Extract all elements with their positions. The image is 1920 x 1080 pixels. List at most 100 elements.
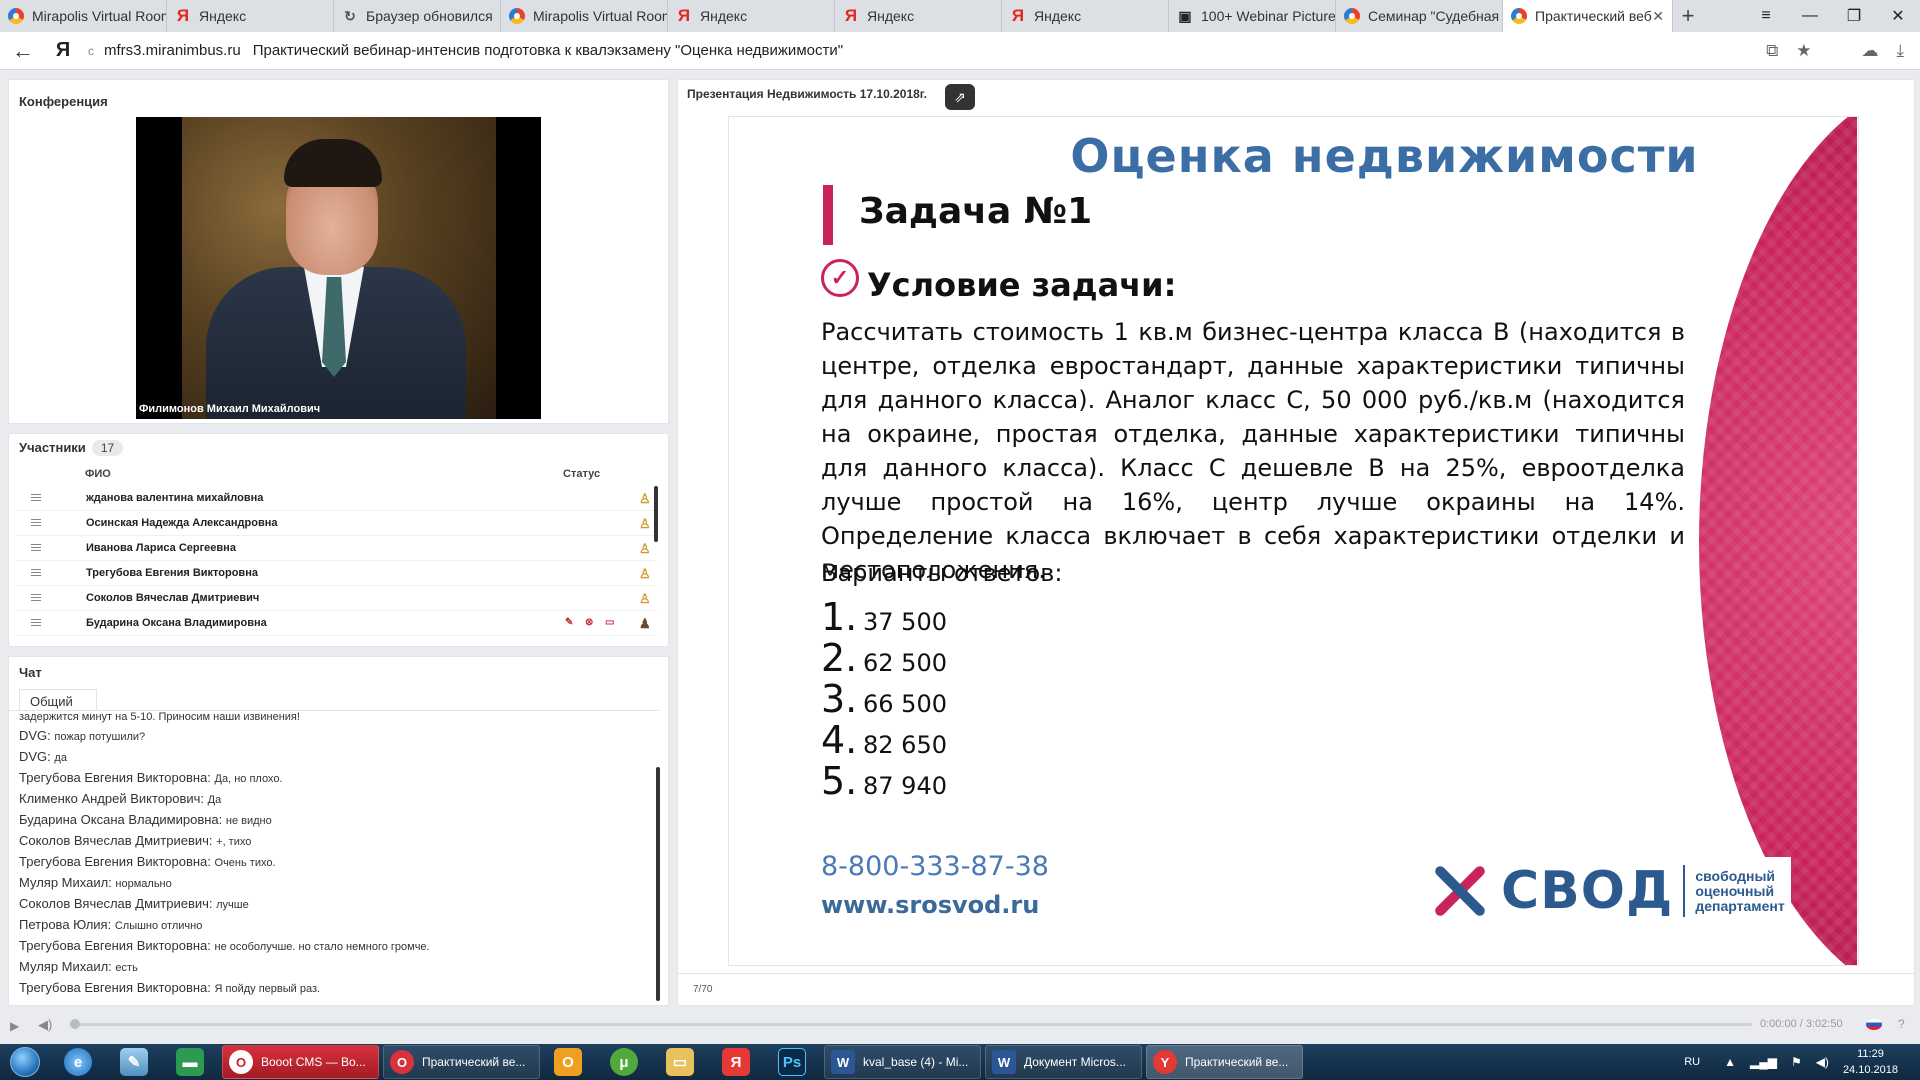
presentation-title: Презентация Недвижимость 17.10.2018г.: [687, 87, 927, 101]
chat-author: Клименко Андрей Викторович:: [19, 791, 205, 806]
chat-text: есть: [115, 962, 138, 974]
taskbar-task[interactable]: O Booot CMS — Bo...: [222, 1045, 379, 1079]
taskbar-pin-outlook[interactable]: O: [540, 1044, 596, 1080]
browser-tab[interactable]: Семинар "Судебная о: [1336, 0, 1503, 32]
browser-tab[interactable]: Mirapolis Virtual Room: [0, 0, 167, 32]
tray-expand-icon[interactable]: ▲: [1724, 1055, 1736, 1069]
volume-icon[interactable]: ◀): [38, 1017, 52, 1033]
slide-answer-list: 1. 37 500 2. 62 500 3. 66 500 4. 82 650 5. 87…: [821, 595, 947, 803]
participant-row[interactable]: Осинская Надежда Александровна ♙: [17, 511, 657, 536]
popout-icon[interactable]: ⇗: [945, 84, 975, 110]
chat-message: DVG: пожар потушили?: [9, 725, 659, 746]
participants-scrollbar[interactable]: [654, 486, 658, 542]
turbo-icon[interactable]: ☁: [1861, 41, 1878, 61]
answer-number: 2.: [821, 636, 858, 680]
user-status-icon: ♙: [639, 591, 651, 606]
start-button[interactable]: [0, 1044, 50, 1080]
site-info-icon[interactable]: c: [88, 44, 94, 58]
taskbar-pin-photoshop[interactable]: Ps: [764, 1044, 820, 1080]
browser-tab[interactable]: ↻ Браузер обновился: [334, 0, 501, 32]
participants-title: Участники 17: [9, 434, 668, 456]
logo-word: СВОД: [1501, 861, 1674, 921]
browser-tab-active[interactable]: Практический веб ✕: [1503, 0, 1673, 32]
participant-row[interactable]: Соколов Вячеслав Дмитриевич ♙: [17, 586, 657, 611]
taskbar-pin-notepad[interactable]: ✎: [106, 1044, 162, 1080]
progress-knob[interactable]: [70, 1019, 80, 1029]
minimize-icon[interactable]: —: [1788, 0, 1832, 32]
screen-off-icon[interactable]: ▭: [605, 617, 614, 628]
taskbar-task-active[interactable]: Y Практический ве...: [1146, 1045, 1303, 1079]
browser-tab[interactable]: ▣ 100+ Webinar Pictures: [1169, 0, 1336, 32]
chat-text: Очень тихо.: [214, 857, 276, 869]
yandex-icon: Я: [176, 6, 190, 25]
progress-track[interactable]: [72, 1023, 1752, 1026]
participant-row[interactable]: Трегубова Евгения Викторовна ♙: [17, 561, 657, 586]
restore-icon[interactable]: ❐: [1832, 0, 1876, 32]
action-center-flag-icon[interactable]: ⚑: [1791, 1055, 1802, 1069]
bookmark-star-icon[interactable]: ★: [1796, 41, 1811, 61]
speaker-video[interactable]: Филимонов Михаил Михайлович: [136, 117, 541, 419]
drag-handle-icon[interactable]: [31, 544, 41, 551]
mic-off-icon[interactable]: ✎: [565, 617, 573, 628]
refresh-icon: ↻: [344, 7, 356, 24]
taskbar-pin-explorer[interactable]: ▭: [652, 1044, 708, 1080]
taskbar-pin-torrent[interactable]: μ: [596, 1044, 652, 1080]
column-status-header[interactable]: Статус: [563, 468, 600, 480]
answer-value: 66 500: [863, 690, 947, 718]
clock[interactable]: 11:29 24.10.2018: [1843, 1046, 1898, 1078]
taskbar-task[interactable]: O Практический ве...: [383, 1045, 540, 1079]
new-tab-button[interactable]: +: [1673, 0, 1703, 32]
drag-handle-icon[interactable]: [31, 594, 41, 601]
clock-date: 24.10.2018: [1842, 1064, 1898, 1076]
camera-off-icon[interactable]: ⊗: [585, 617, 593, 628]
taskbar-task[interactable]: Wkval_base (4) - Mi...: [824, 1045, 981, 1079]
back-button[interactable]: ←: [0, 32, 46, 70]
close-tab-icon[interactable]: ✕: [1652, 8, 1664, 25]
participants-panel: Участники 17 ФИО Статус жданова валентина…: [8, 433, 669, 647]
chat-message: Трегубова Евгения Викторовна: Я пойду пе…: [9, 977, 659, 998]
language-indicator[interactable]: RU: [1684, 1056, 1700, 1068]
participant-row[interactable]: Иванова Лариса Сергеевна ♙: [17, 536, 657, 561]
chat-author: DVG:: [19, 728, 51, 743]
answer-number: 3.: [821, 677, 858, 721]
drag-handle-icon[interactable]: [31, 569, 41, 576]
drag-handle-icon[interactable]: [31, 519, 41, 526]
browser-tab[interactable]: Mirapolis Virtual Room: [501, 0, 668, 32]
opera-icon: O: [229, 1050, 253, 1074]
close-window-icon[interactable]: ✕: [1876, 0, 1920, 32]
browser-tab[interactable]: Я Яндекс: [835, 0, 1002, 32]
download-icon[interactable]: ⤓: [1896, 41, 1904, 61]
taskbar-pin-yandex[interactable]: Я: [708, 1044, 764, 1080]
chat-text: +, тихо: [216, 836, 252, 848]
answer-value: 62 500: [863, 649, 947, 677]
yandex-logo[interactable]: Я: [46, 39, 80, 62]
help-icon[interactable]: ?: [1898, 1017, 1905, 1031]
browser-tab[interactable]: Я Яндекс: [668, 0, 835, 32]
url-field[interactable]: c mfrs3.miranimbus.ru Практический вебин…: [80, 37, 1766, 65]
participant-row[interactable]: Бударина Оксана Владимировна ✎ ⊗ ▭ ♟: [17, 611, 657, 636]
torrent-icon: μ: [610, 1048, 638, 1076]
chat-tab-general[interactable]: Общий: [19, 689, 97, 711]
browser-tab[interactable]: Я Яндекс: [167, 0, 334, 32]
drag-handle-icon[interactable]: [31, 619, 41, 626]
url-domain: mfrs3.miranimbus.ru: [104, 42, 241, 59]
answer-value: 37 500: [863, 608, 947, 636]
language-flag-icon[interactable]: [1866, 1019, 1882, 1030]
taskbar-pin-ie[interactable]: e: [50, 1044, 106, 1080]
browser-tab[interactable]: Я Яндекс: [1002, 0, 1169, 32]
speaker-icon[interactable]: ◀): [1816, 1055, 1829, 1069]
menu-icon[interactable]: ≡: [1744, 0, 1788, 32]
participant-name: Иванова Лариса Сергеевна: [86, 542, 236, 554]
participants-count-badge: 17: [91, 440, 124, 456]
play-icon[interactable]: ▶: [10, 1019, 19, 1033]
taskbar-task[interactable]: W Документ Micros...: [985, 1045, 1142, 1079]
translate-icon[interactable]: ⧉: [1766, 41, 1778, 61]
slide-phone: 8-800-333-87-38: [821, 851, 1049, 882]
participant-row[interactable]: жданова валентина михайловна ♙: [17, 486, 657, 511]
drag-handle-icon[interactable]: [31, 494, 41, 501]
network-icon[interactable]: ▂▄▆: [1750, 1055, 1777, 1069]
chat-scrollbar[interactable]: [656, 767, 660, 1001]
column-name-header[interactable]: ФИО: [85, 468, 111, 480]
word-icon: W: [831, 1050, 855, 1074]
taskbar-pin-finance[interactable]: ▬: [162, 1044, 218, 1080]
